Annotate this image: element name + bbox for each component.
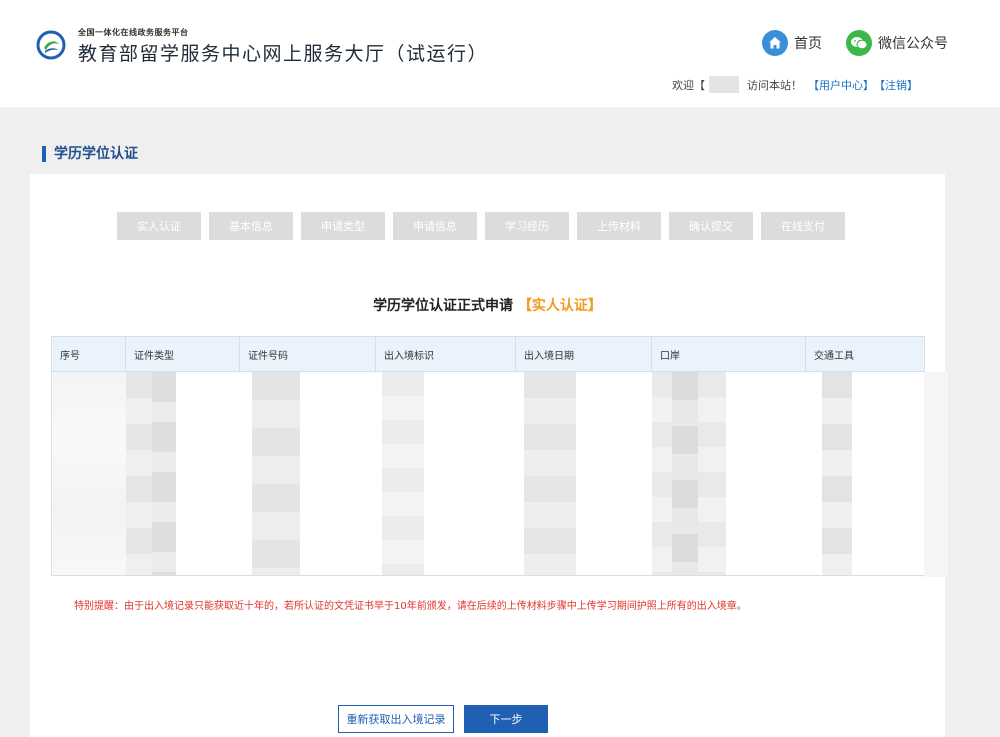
redacted-cell [382, 372, 424, 575]
form-title-accent: 【实人认证】 [517, 298, 602, 314]
step-identity-verification[interactable]: 实人认证 [117, 212, 201, 240]
column-header-entry-exit-flag: 出入境标识 [376, 337, 516, 371]
column-header-id-type: 证件类型 [126, 337, 240, 371]
redacted-cell [252, 372, 300, 575]
redacted-username [709, 76, 739, 93]
table-body-redacted [52, 372, 924, 575]
step-study-history[interactable]: 学习经历 [485, 212, 569, 240]
section-title: 学历学位认证 [42, 146, 138, 162]
redacted-cell [152, 372, 176, 575]
special-reminder-notice: 特别提醒：由于出入境记录只能获取近十年的，若所认证的文凭证书早于10年前颁发，请… [74, 601, 747, 612]
step-application-type[interactable]: 申请类型 [301, 212, 385, 240]
wechat-label: 微信公众号 [878, 36, 948, 52]
column-header-port: 口岸 [652, 337, 806, 371]
wechat-link[interactable]: 微信公众号 [846, 30, 948, 56]
home-link[interactable]: 首页 [762, 30, 822, 56]
logout-link[interactable]: 【注销】 [874, 77, 918, 93]
redacted-cell [672, 372, 698, 575]
home-icon [762, 30, 788, 56]
user-center-link[interactable]: 【用户中心】 [808, 77, 874, 93]
form-title-text: 学历学位认证正式申请 [373, 298, 514, 314]
platform-logo [36, 30, 66, 60]
table-header: 序号 证件类型 证件号码 出入境标识 出入境日期 口岸 交通工具 [52, 337, 924, 372]
form-title: 学历学位认证正式申请 【实人认证】 [30, 295, 945, 315]
welcome-suffix: 访问本站！ [747, 78, 802, 92]
column-header-id-number: 证件号码 [240, 337, 376, 371]
step-application-info[interactable]: 申请信息 [393, 212, 477, 240]
site-title: 教育部留学服务中心网上服务大厅（试运行） [78, 43, 489, 65]
redacted-cell [52, 372, 126, 575]
step-progress-bar: 实人认证 基本信息 申请类型 申请信息 学习经历 上传材料 确认提交 在线支付 [117, 212, 845, 240]
column-header-transport: 交通工具 [814, 350, 854, 362]
main-panel: 实人认证 基本信息 申请类型 申请信息 学习经历 上传材料 确认提交 在线支付 … [30, 174, 945, 737]
column-header-entry-exit-date: 出入境日期 [516, 337, 652, 371]
platform-name: 全国一体化在线政务服务平台 [78, 28, 189, 37]
next-step-button[interactable]: 下一步 [464, 705, 548, 733]
column-header-index: 序号 [52, 337, 126, 371]
wechat-icon [846, 30, 872, 56]
redacted-cell [524, 372, 576, 575]
redaction-overlay [924, 372, 948, 577]
welcome-bar: 欢迎【 访问本站！ 【用户中心】 【注销】 [672, 76, 918, 93]
step-online-payment[interactable]: 在线支付 [761, 212, 845, 240]
home-label: 首页 [794, 36, 822, 52]
refresh-records-button[interactable]: 重新获取出入境记录 [338, 705, 454, 733]
step-confirm-submit[interactable]: 确认提交 [669, 212, 753, 240]
entry-exit-records-table: 序号 证件类型 证件号码 出入境标识 出入境日期 口岸 交通工具 [51, 336, 925, 576]
step-upload-materials[interactable]: 上传材料 [577, 212, 661, 240]
redacted-cell [822, 372, 852, 575]
step-basic-info[interactable]: 基本信息 [209, 212, 293, 240]
welcome-prefix: 欢迎【 [672, 78, 705, 92]
site-header: 全国一体化在线政务服务平台 教育部留学服务中心网上服务大厅（试运行） 首页 微信… [0, 0, 1000, 107]
